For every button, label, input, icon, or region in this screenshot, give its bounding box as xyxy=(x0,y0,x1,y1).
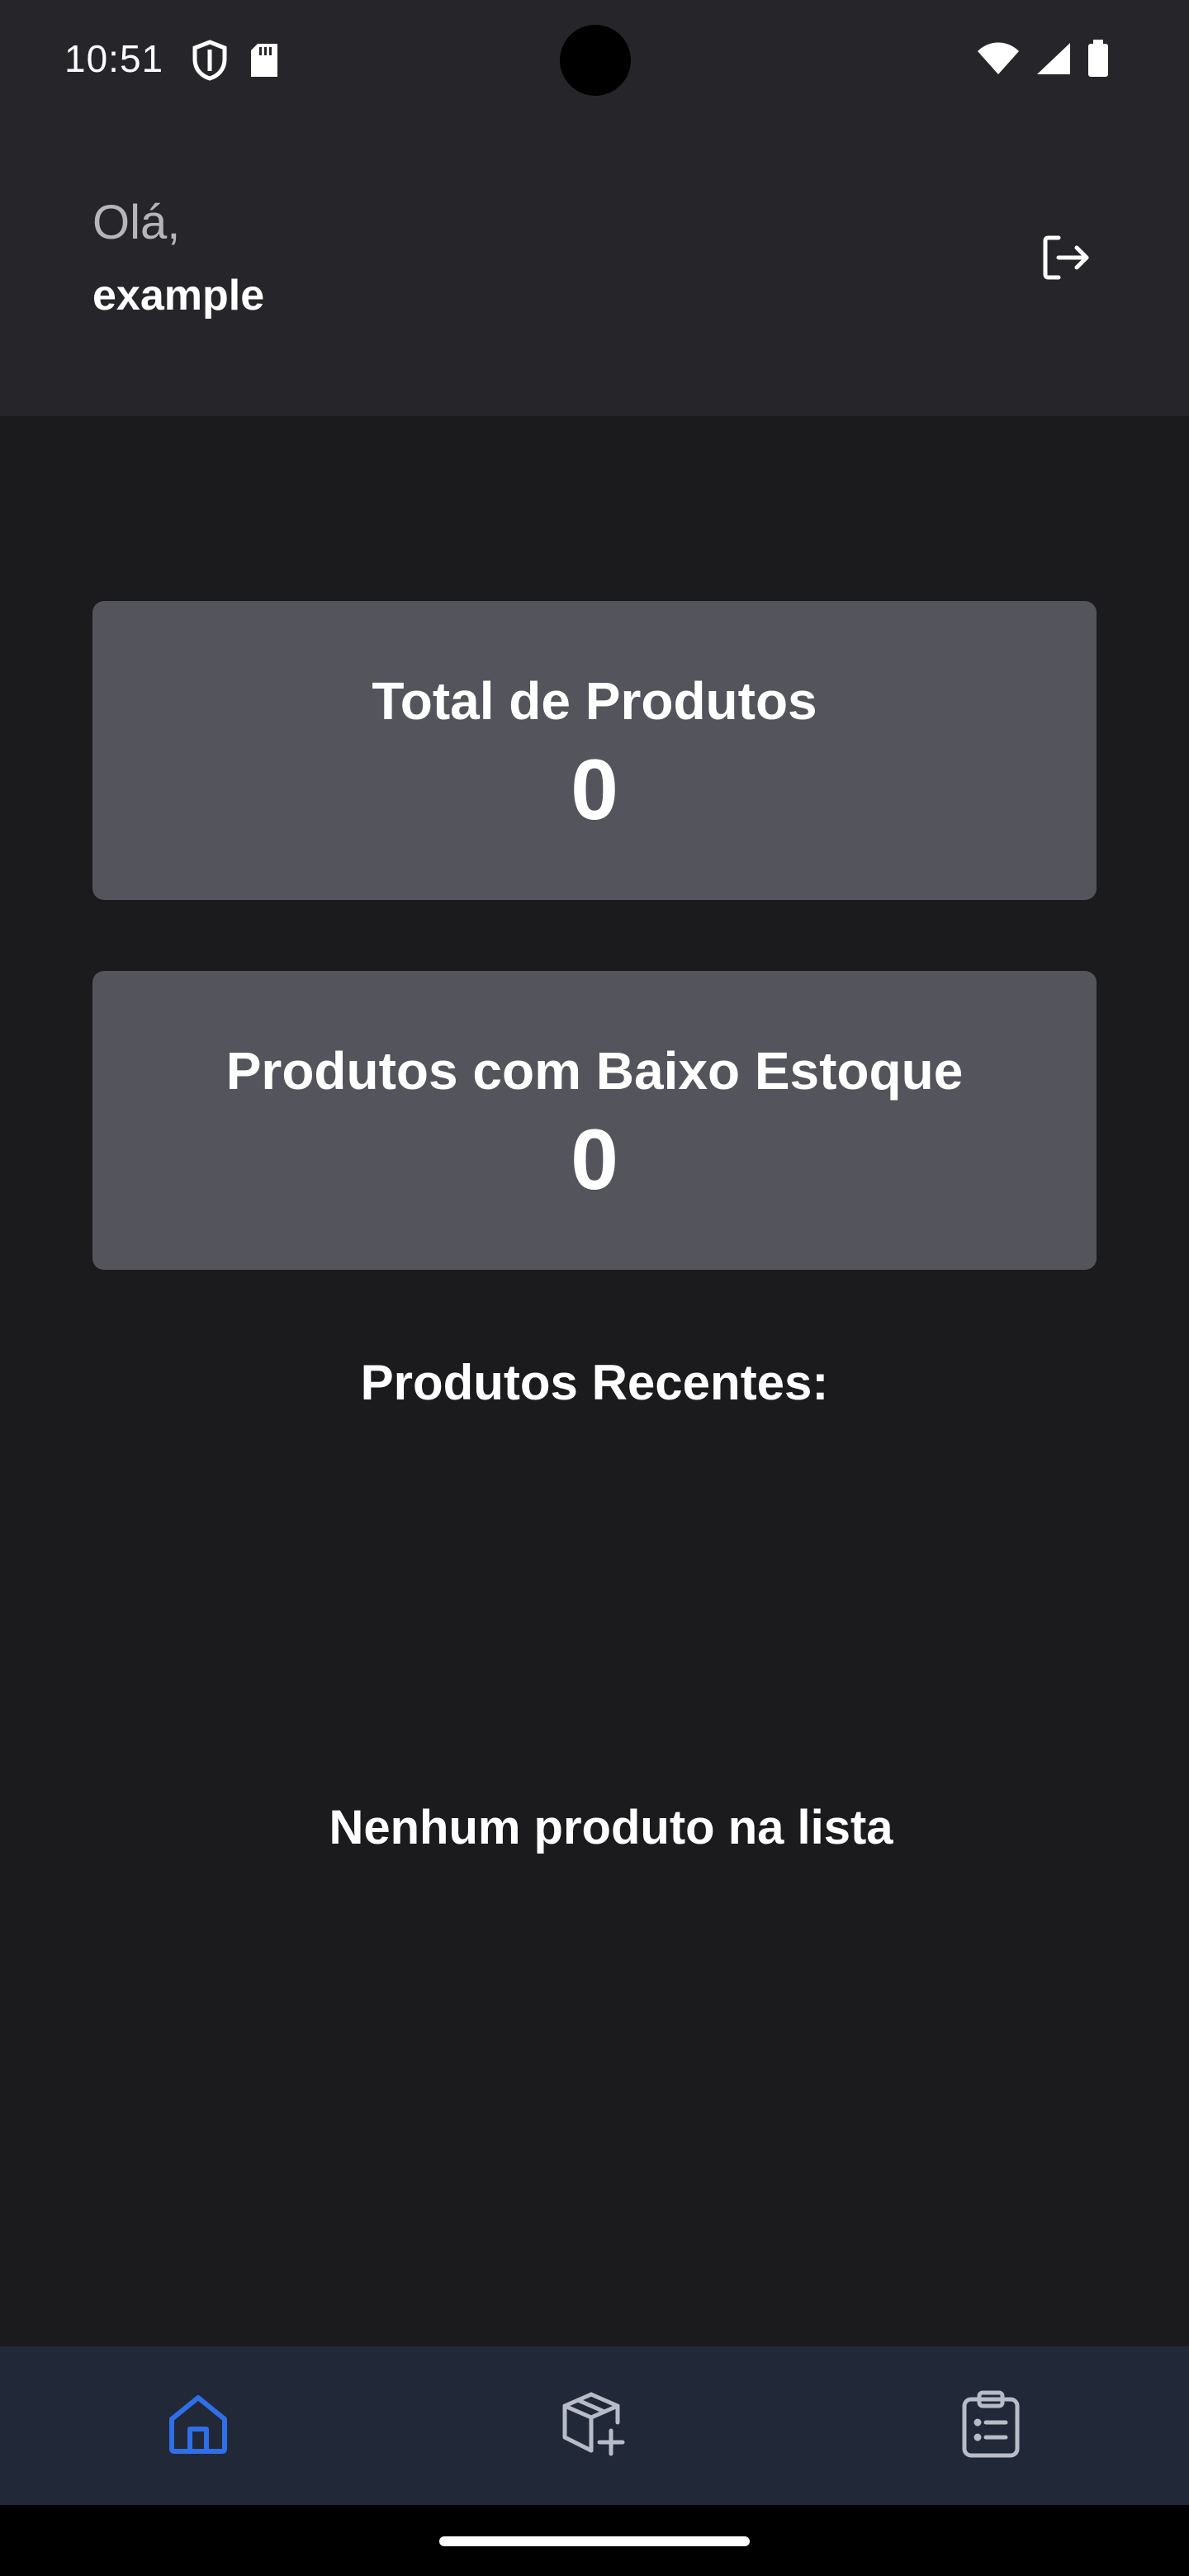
camera-cutout xyxy=(560,25,631,96)
low-stock-label: Produtos com Baixo Estoque xyxy=(225,1041,964,1101)
greeting-text: Olá, xyxy=(92,196,181,249)
empty-list-message: Nenhum produto na lista xyxy=(329,1801,893,1854)
home-gesture-pill[interactable] xyxy=(439,2536,750,2546)
status-bar: 10:51 xyxy=(0,0,1189,119)
status-icons-right xyxy=(976,40,1110,82)
low-stock-card: Produtos com Baixo Estoque 0 xyxy=(92,971,1097,1270)
nav-add-product[interactable] xyxy=(512,2346,677,2505)
total-products-label: Total de Produtos xyxy=(372,671,817,731)
nav-reports[interactable] xyxy=(908,2346,1073,2505)
status-icons-left xyxy=(192,40,279,85)
sd-card-icon xyxy=(249,42,279,83)
box-add-icon xyxy=(560,2389,629,2463)
low-stock-value: 0 xyxy=(571,1112,618,1208)
app-header: Olá, example xyxy=(0,119,1189,416)
logout-icon xyxy=(1039,231,1092,288)
nav-home[interactable] xyxy=(116,2346,281,2505)
total-products-value: 0 xyxy=(571,742,618,838)
wifi-icon xyxy=(976,41,1021,80)
home-icon xyxy=(165,2391,231,2461)
gesture-bar xyxy=(0,2505,1189,2576)
shield-icon xyxy=(192,40,228,85)
status-time: 10:51 xyxy=(64,37,164,80)
recent-products-title: Produtos Recentes: xyxy=(360,1355,829,1410)
logout-button[interactable] xyxy=(1032,226,1098,292)
clipboard-list-icon xyxy=(959,2389,1022,2463)
username-text: example xyxy=(92,272,265,320)
cellular-signal-icon xyxy=(1035,41,1072,80)
bottom-nav xyxy=(0,2346,1189,2505)
battery-icon xyxy=(1087,40,1110,82)
total-products-card: Total de Produtos 0 xyxy=(92,601,1097,900)
